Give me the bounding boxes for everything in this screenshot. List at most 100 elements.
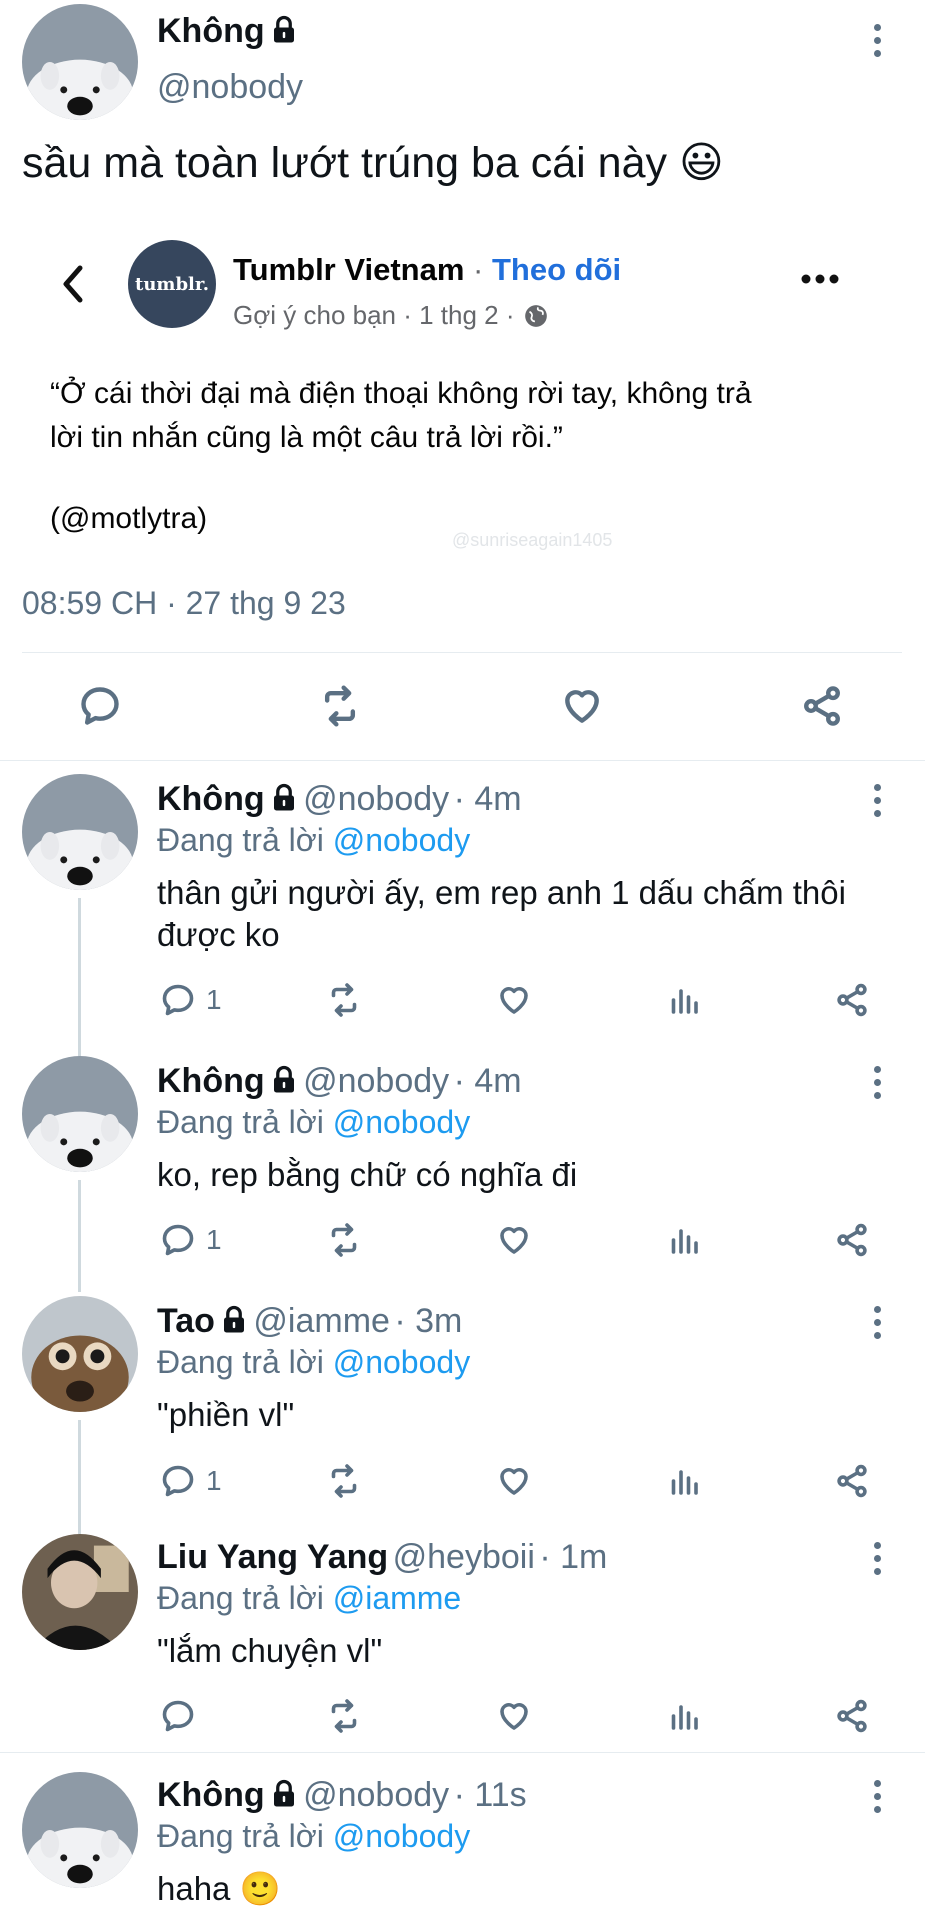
meta-text: Gợi ý cho bạn · 1 thg 2 · <box>233 300 515 330</box>
reply-button[interactable]: 1 <box>160 982 222 1018</box>
mention-link[interactable]: @nobody <box>333 1344 470 1380</box>
retweet-button[interactable] <box>326 982 362 1018</box>
avatar[interactable] <box>22 1056 138 1172</box>
tumblr-logo[interactable]: tumblr. <box>128 240 216 328</box>
handle[interactable]: @nobody <box>303 780 449 818</box>
embedded-more-icon[interactable] <box>800 272 840 284</box>
retweet-button[interactable] <box>318 684 362 728</box>
reply-text: "lắm chuyện vl" <box>157 1632 383 1669</box>
handle[interactable]: @nobody <box>303 1062 449 1100</box>
retweet-button[interactable] <box>326 1698 362 1734</box>
more-options-icon[interactable] <box>867 1776 887 1816</box>
retweet-icon <box>326 982 362 1018</box>
avatar[interactable] <box>22 1534 138 1650</box>
retweet-button[interactable] <box>326 1463 362 1499</box>
heart-icon <box>496 1222 532 1258</box>
handle[interactable]: @nobody <box>157 68 303 107</box>
share-icon <box>834 1463 870 1499</box>
views-button[interactable] <box>666 1222 702 1258</box>
share-icon <box>834 1222 870 1258</box>
like-button[interactable] <box>496 1698 532 1734</box>
more-options-icon[interactable] <box>867 1062 887 1102</box>
heart-icon <box>496 982 532 1018</box>
like-button[interactable] <box>496 1463 532 1499</box>
display-name[interactable]: Liu Yang Yang <box>157 1538 388 1576</box>
more-options-icon[interactable] <box>867 20 887 60</box>
thread-line <box>78 1420 81 1534</box>
reply-header: Không @nobody · 11s <box>157 1776 527 1815</box>
more-options-icon[interactable] <box>867 1538 887 1578</box>
heart-icon <box>560 684 604 728</box>
lock-icon <box>269 15 299 45</box>
embedded-header: Tumblr Vietnam · Theo dõi <box>233 252 621 288</box>
more-options-icon[interactable] <box>867 780 887 820</box>
reply-header: Liu Yang Yang @heyboii · 1m <box>157 1538 607 1577</box>
reply-line: được ko <box>157 916 280 953</box>
retweet-button[interactable] <box>326 1222 362 1258</box>
handle[interactable]: @nobody <box>303 1776 449 1814</box>
replying-to: Đang trả lời @nobody <box>157 1818 470 1855</box>
reply-count: 1 <box>206 1465 222 1496</box>
separator: · <box>464 252 492 287</box>
avatar[interactable] <box>22 4 138 120</box>
like-button[interactable] <box>496 982 532 1018</box>
follow-link[interactable]: Theo dõi <box>492 252 621 287</box>
reply-text: "phiền vl" <box>157 1396 295 1433</box>
mention-link[interactable]: @iamme <box>333 1580 462 1616</box>
avatar[interactable] <box>22 1296 138 1412</box>
share-button[interactable] <box>834 982 870 1018</box>
reply-icon <box>160 1222 196 1258</box>
replying-to: Đang trả lời @iamme <box>157 1580 461 1617</box>
handle[interactable]: @iamme <box>253 1302 390 1340</box>
reply-header: Tao @iamme · 3m <box>157 1302 462 1341</box>
reply-button[interactable]: 1 <box>160 1463 222 1499</box>
analytics-icon <box>666 1222 702 1258</box>
mention-link[interactable]: @nobody <box>333 822 470 858</box>
retweet-icon <box>326 1222 362 1258</box>
like-button[interactable] <box>496 1222 532 1258</box>
divider <box>0 760 925 761</box>
like-button[interactable] <box>560 684 604 728</box>
lock-icon <box>269 783 299 813</box>
reply-button[interactable]: 1 <box>160 1222 222 1258</box>
reply-button[interactable] <box>78 684 122 728</box>
share-button[interactable] <box>834 1222 870 1258</box>
reply-text: thân gửi người ấy, em rep anh 1 dấu chấm… <box>157 872 846 956</box>
mention-link[interactable]: @nobody <box>333 1818 470 1854</box>
display-name[interactable]: Tao <box>157 1302 215 1340</box>
quote-line: “Ở cái thời đại mà điện thoại không rời … <box>50 377 752 410</box>
handle[interactable]: @heyboii <box>393 1538 535 1576</box>
back-chevron-icon[interactable] <box>58 262 88 306</box>
views-button[interactable] <box>666 982 702 1018</box>
lock-icon <box>269 1779 299 1809</box>
display-name[interactable]: Không <box>157 1776 265 1814</box>
display-name[interactable]: Không <box>157 12 265 50</box>
reply-prefix: Đang trả lời <box>157 822 324 858</box>
avatar[interactable] <box>22 1772 138 1888</box>
share-button[interactable] <box>834 1698 870 1734</box>
display-name[interactable]: Không <box>157 1062 265 1100</box>
page-name[interactable]: Tumblr Vietnam <box>233 252 464 287</box>
reply-time: · 3m <box>394 1302 463 1340</box>
views-button[interactable] <box>666 1463 702 1499</box>
post-text: sầu mà toàn lướt trúng ba cái này 😃 <box>22 139 724 187</box>
replying-to: Đang trả lời @nobody <box>157 822 470 859</box>
views-button[interactable] <box>666 1698 702 1734</box>
reply-icon <box>160 982 196 1018</box>
reply-icon <box>78 684 122 728</box>
retweet-icon <box>326 1463 362 1499</box>
reply-prefix: Đang trả lời <box>157 1104 324 1140</box>
mention-link[interactable]: @nobody <box>333 1104 470 1140</box>
avatar[interactable] <box>22 774 138 890</box>
reply-time: · 11s <box>453 1776 527 1814</box>
reply-button[interactable] <box>160 1698 196 1734</box>
more-options-icon[interactable] <box>867 1302 887 1342</box>
share-button[interactable] <box>800 684 844 728</box>
embedded-meta: Gợi ý cho bạn · 1 thg 2 · <box>233 300 549 331</box>
analytics-icon <box>666 1698 702 1734</box>
timestamp: 08:59 CH · 27 thg 9 23 <box>22 585 346 621</box>
share-button[interactable] <box>834 1463 870 1499</box>
lock-icon <box>219 1305 249 1335</box>
display-name[interactable]: Không <box>157 780 265 818</box>
reply-time: · 4m <box>453 1062 522 1100</box>
